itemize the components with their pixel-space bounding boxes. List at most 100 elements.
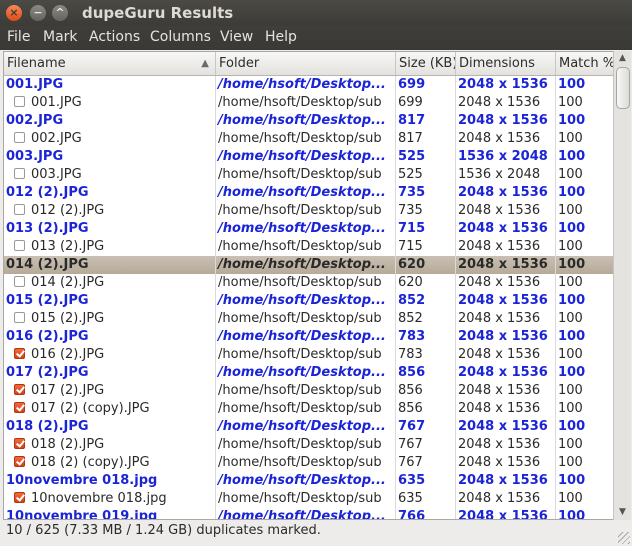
checkbox-icon[interactable] xyxy=(14,456,25,467)
reference-row[interactable]: 013 (2).JPG/home/hsoft/Desktop... 715 2048… xyxy=(4,220,613,238)
duplicate-row[interactable]: 014 (2).JPG/home/hsoft/Desktop/sub 620 204… xyxy=(4,274,613,292)
duplicate-row[interactable]: 012 (2).JPG/home/hsoft/Desktop/sub 735 204… xyxy=(4,202,613,220)
reference-row[interactable]: 016 (2).JPG/home/hsoft/Desktop... 783 2048… xyxy=(4,328,613,346)
cell-dims: 2048 x 1536 xyxy=(456,256,556,274)
cell-text: 852 xyxy=(398,311,423,326)
maximize-icon[interactable]: ^ xyxy=(52,5,68,21)
cell-size: 635 xyxy=(396,472,456,490)
reference-row[interactable]: 002.JPG/home/hsoft/Desktop... 817 2048 x 1… xyxy=(4,112,613,130)
cell-match: 100 xyxy=(556,256,613,274)
cell-filename: 001.JPG xyxy=(4,94,216,112)
cell-text: 525 xyxy=(398,149,426,164)
reference-row[interactable]: 015 (2).JPG/home/hsoft/Desktop... 852 2048… xyxy=(4,292,613,310)
cell-text: 017 (2) (copy).JPG xyxy=(31,401,150,416)
cell-text: 2048 x 1536 xyxy=(458,131,541,146)
reference-row[interactable]: 10novembre 019.jpg/home/hsoft/Desktop...… xyxy=(4,508,613,520)
cell-text: 635 xyxy=(398,491,423,506)
cell-filename: 003.JPG xyxy=(4,166,216,184)
results-table[interactable]: Filename ▲ Folder Size (KB) Dimensions M… xyxy=(3,51,614,520)
column-header-match[interactable]: Match % xyxy=(556,52,613,75)
cell-match: 100 xyxy=(556,310,613,328)
menu-actions[interactable]: Actions xyxy=(89,29,140,45)
checkbox-icon[interactable] xyxy=(14,132,25,143)
minimize-icon[interactable]: − xyxy=(30,5,46,21)
cell-text: 100 xyxy=(558,509,586,520)
column-header-folder[interactable]: Folder xyxy=(216,52,396,75)
cell-size: 620 xyxy=(396,256,456,274)
menu-help[interactable]: Help xyxy=(265,29,297,45)
menu-file[interactable]: File xyxy=(7,29,30,45)
cell-match: 100 xyxy=(556,490,613,508)
cell-filename: 002.JPG xyxy=(4,112,216,130)
reference-row[interactable]: 003.JPG/home/hsoft/Desktop... 525 1536 x 2… xyxy=(4,148,613,166)
cell-filename: 002.JPG xyxy=(4,130,216,148)
cell-text: /home/hsoft/Desktop... xyxy=(218,365,386,380)
duplicate-row[interactable]: 017 (2).JPG/home/hsoft/Desktop/sub 856 204… xyxy=(4,382,613,400)
checkbox-icon[interactable] xyxy=(14,402,25,413)
cell-filename: 012 (2).JPG xyxy=(4,184,216,202)
vertical-scrollbar[interactable]: ▲ ▼ xyxy=(613,51,631,520)
column-header-dimensions[interactable]: Dimensions xyxy=(456,52,556,75)
menu-view[interactable]: View xyxy=(220,29,253,45)
cell-match: 100 xyxy=(556,400,613,418)
reference-row[interactable]: 017 (2).JPG/home/hsoft/Desktop... 856 2048… xyxy=(4,364,613,382)
checkbox-icon[interactable] xyxy=(14,492,25,503)
scroll-down-icon[interactable]: ▼ xyxy=(615,505,630,520)
cell-dims: 2048 x 1536 xyxy=(456,508,556,519)
app-window: × − ^ dupeGuru Results File Mark Actions… xyxy=(0,0,632,546)
cell-text: 2048 x 1536 xyxy=(458,221,548,236)
cell-text: 100 xyxy=(558,131,583,146)
duplicate-row[interactable]: 017 (2) (copy).JPG/home/hsoft/Desktop/su… xyxy=(4,400,613,418)
checkbox-icon[interactable] xyxy=(14,276,25,287)
cell-text: 100 xyxy=(558,239,583,254)
duplicate-row[interactable]: 015 (2).JPG/home/hsoft/Desktop/sub 852 204… xyxy=(4,310,613,328)
duplicate-row[interactable]: 018 (2).JPG/home/hsoft/Desktop/sub 767 204… xyxy=(4,436,613,454)
checkbox-icon[interactable] xyxy=(14,96,25,107)
column-header-size[interactable]: Size (KB) xyxy=(396,52,456,75)
resize-grip-icon[interactable] xyxy=(618,532,630,544)
scroll-up-icon[interactable]: ▲ xyxy=(615,51,630,66)
cell-folder: /home/hsoft/Desktop... xyxy=(216,184,396,202)
cell-text: 2048 x 1536 xyxy=(458,113,548,128)
duplicate-row[interactable]: 002.JPG/home/hsoft/Desktop/sub 817 2048 x … xyxy=(4,130,613,148)
reference-row[interactable]: 001.JPG/home/hsoft/Desktop... 699 2048 x 1… xyxy=(4,76,613,94)
window-title: dupeGuru Results xyxy=(82,4,234,22)
cell-folder: /home/hsoft/Desktop... xyxy=(216,508,396,519)
cell-dims: 2048 x 1536 xyxy=(456,112,556,130)
menu-columns[interactable]: Columns xyxy=(150,29,211,45)
cell-text: 1536 x 2048 xyxy=(458,167,541,182)
cell-text: 2048 x 1536 xyxy=(458,293,548,308)
checkbox-icon[interactable] xyxy=(14,240,25,251)
cell-text: /home/hsoft/Desktop/sub xyxy=(218,491,382,506)
reference-row[interactable]: 018 (2).JPG/home/hsoft/Desktop... 767 2048… xyxy=(4,418,613,436)
cell-match: 100 xyxy=(556,148,613,166)
duplicate-row[interactable]: 003.JPG/home/hsoft/Desktop/sub 525 1536 x … xyxy=(4,166,613,184)
cell-text: 100 xyxy=(558,95,583,110)
cell-text: 012 (2).JPG xyxy=(31,203,105,218)
duplicate-row[interactable]: 016 (2).JPG/home/hsoft/Desktop/sub 783 204… xyxy=(4,346,613,364)
duplicate-row[interactable]: 013 (2).JPG/home/hsoft/Desktop/sub 715 204… xyxy=(4,238,613,256)
duplicate-row[interactable]: 10novembre 018.jpg/home/hsoft/Desktop/su… xyxy=(4,490,613,508)
reference-row[interactable]: 014 (2).JPG/home/hsoft/Desktop... 620 2048… xyxy=(4,256,613,274)
reference-row[interactable]: 10novembre 018.jpg/home/hsoft/Desktop...… xyxy=(4,472,613,490)
cell-text: /home/hsoft/Desktop/sub xyxy=(218,95,382,110)
cell-filename: 014 (2).JPG xyxy=(4,274,216,292)
column-header-label: Filename xyxy=(7,56,66,71)
column-header-filename[interactable]: Filename ▲ xyxy=(4,52,216,75)
checkbox-icon[interactable] xyxy=(14,384,25,395)
checkbox-icon[interactable] xyxy=(14,204,25,215)
checkbox-icon[interactable] xyxy=(14,168,25,179)
duplicate-row[interactable]: 001.JPG/home/hsoft/Desktop/sub 699 2048 x … xyxy=(4,94,613,112)
cell-match: 100 xyxy=(556,472,613,490)
reference-row[interactable]: 012 (2).JPG/home/hsoft/Desktop... 735 2048… xyxy=(4,184,613,202)
duplicate-row[interactable]: 018 (2) (copy).JPG/home/hsoft/Desktop/su… xyxy=(4,454,613,472)
checkbox-icon[interactable] xyxy=(14,438,25,449)
scrollbar-thumb[interactable] xyxy=(616,67,630,109)
cell-size: 635 xyxy=(396,490,456,508)
cell-text: 715 xyxy=(398,239,423,254)
checkbox-icon[interactable] xyxy=(14,348,25,359)
close-icon[interactable]: × xyxy=(6,5,22,21)
menu-mark[interactable]: Mark xyxy=(43,29,78,45)
checkbox-icon[interactable] xyxy=(14,312,25,323)
cell-text: 766 xyxy=(398,509,426,520)
